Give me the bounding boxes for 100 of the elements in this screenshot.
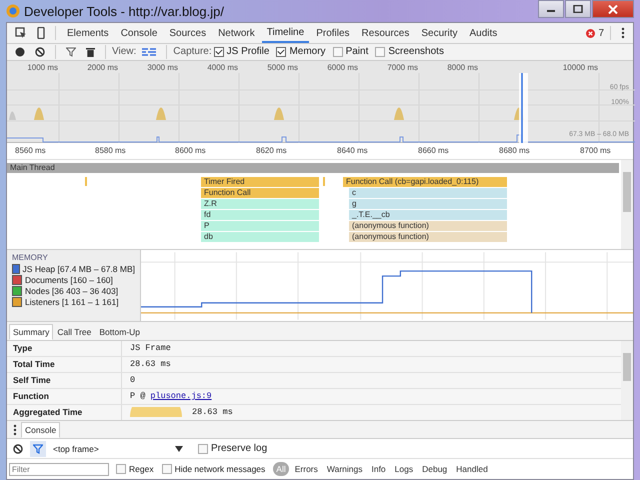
close-button[interactable] [592,0,634,18]
checkbox[interactable] [276,46,286,57]
minimize-button[interactable] [538,0,564,18]
cpu-activity-peak [9,111,16,120]
level-filter-button[interactable]: Warnings [324,462,366,476]
level-filter-button[interactable]: Logs [392,462,416,476]
flame-bar[interactable]: (anonymous function) [349,220,507,231]
time-tick-label: 10000 ms [562,62,598,72]
counter-checkbox[interactable] [12,274,22,285]
property-value: 28.63 ms [130,359,171,370]
level-filter-button[interactable]: Handled [453,462,491,476]
flame-bar[interactable]: Z.R [201,198,319,209]
flame-bar[interactable]: Function Call [201,188,319,198]
panel-tab[interactable]: Console [116,23,162,43]
flame-bar[interactable]: c [349,188,507,198]
counter-label: Listeners [1 161 – 1 161] [25,296,119,307]
filter-icon[interactable] [66,46,76,57]
flame-bar[interactable]: P [201,220,319,231]
panel-tab[interactable]: Sources [164,23,212,43]
checkbox-label: Memory [289,46,326,58]
drawer-tab[interactable]: Console [21,422,60,438]
property-name: Function [7,388,122,404]
checkbox[interactable] [214,46,224,57]
panel-tab[interactable]: Elements [62,23,114,43]
time-tick-label: 2000 ms [86,62,118,72]
checkbox-label: Hide network messages [174,464,266,474]
checkbox[interactable] [375,46,386,57]
context-select[interactable]: <top frame> [49,444,187,454]
checkbox[interactable] [116,464,126,474]
more-menu-icon[interactable] [621,27,625,39]
clear-icon[interactable] [35,46,45,57]
panel-tab[interactable]: Audits [464,23,502,43]
level-filter-button[interactable]: Debug [419,462,450,476]
property-value: 28.63 ms [192,407,233,418]
panel-tab[interactable]: Profiles [311,23,355,43]
time-tick-label: 8680 ms [499,146,530,155]
scrollbar[interactable] [621,160,633,249]
property-name: Self Time [7,372,122,388]
property-value: JS Frame [130,343,171,354]
time-tick-label: 8660 ms [418,146,449,155]
property-name: Type [7,340,122,356]
flame-bar[interactable]: db [201,232,319,242]
counter-checkbox[interactable] [12,264,20,274]
cpu-activity-peak [274,107,284,120]
more-menu-icon[interactable] [13,424,17,436]
details-tab[interactable]: Call Tree [53,324,96,340]
counter-label: Documents [160 – 160] [25,274,113,285]
main-thread-bar: Main Thread [7,162,619,173]
error-icon [586,28,596,38]
filter-field[interactable]: Filter [9,462,109,476]
panel-tab[interactable]: Security [416,23,462,43]
flame-view-icon[interactable] [142,48,156,56]
level-filter-button[interactable]: Errors [292,462,321,476]
playhead-line [521,72,523,143]
panel-tab[interactable]: Network [213,23,260,43]
browser-logo-icon [6,4,20,18]
time-tick-label: 7000 ms [386,62,418,72]
flame-bar[interactable]: fd [201,210,319,220]
flame-bar[interactable]: Timer Fired [201,176,319,187]
counter-checkbox[interactable] [12,286,22,296]
flame-bar[interactable]: _.T.E.__cb [349,210,507,220]
window-title: Developer Tools - http://var.blog.jp/ [24,4,224,18]
source-link[interactable]: plusone.js:9 [150,391,212,402]
close-icon [608,4,618,14]
property-name: Total Time [7,356,122,372]
flame-bar[interactable]: Function Call (cb=gapi.loaded_0:115) [343,176,507,187]
counter-label: JS Heap [67.4 MB – 67.8 MB] [22,264,135,274]
scrollbar[interactable] [621,340,633,420]
checkbox[interactable] [162,464,172,474]
pie-chart-icon [130,407,182,418]
flame-bar[interactable]: (anonymous function) [349,232,507,242]
inspect-icon[interactable] [15,27,27,39]
property-value: 0 [130,375,136,386]
cpu-activity-peak [34,107,44,120]
panel-tab[interactable]: Resources [356,23,414,43]
counter-checkbox[interactable] [12,296,22,307]
trash-icon[interactable] [86,46,95,57]
time-tick-label: 8580 ms [95,146,126,155]
checkbox-label: Preserve log [211,443,268,454]
checkbox[interactable] [198,444,208,454]
time-tick-label: 3000 ms [146,62,178,72]
time-tick-label: 1000 ms [26,62,58,72]
record-icon[interactable] [15,46,25,57]
counter-label: Nodes [36 403 – 36 403] [25,286,118,296]
time-tick-label: 8000 ms [446,62,478,72]
time-tick-label: 8700 ms [580,146,611,155]
details-tab[interactable]: Bottom-Up [95,324,144,340]
clear-icon[interactable] [13,444,23,454]
filter-button[interactable] [30,440,46,457]
level-filter-button[interactable]: Info [368,462,389,476]
maximize-button[interactable] [565,0,591,18]
checkbox[interactable] [332,46,343,57]
dropdown-arrow-icon [175,446,183,452]
flame-bar[interactable]: g [349,198,507,209]
property-value: P @ [130,391,146,402]
filter-icon [33,444,43,454]
capture-label: Capture: [173,46,212,58]
details-tab[interactable]: Summary [9,324,54,340]
device-icon[interactable] [37,27,45,39]
time-tick-label: 5000 ms [266,62,298,72]
